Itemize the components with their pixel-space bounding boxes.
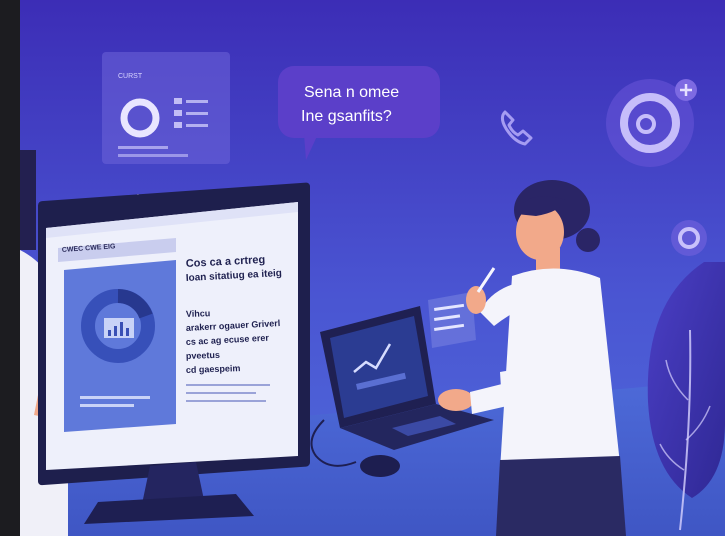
speech-bubble-line-1: Sena n omee	[304, 84, 399, 101]
speech-bubble-line-2: Ine gsanfits?	[301, 108, 392, 125]
floating-card-label: CURST	[118, 73, 143, 80]
floating-card: CURST	[102, 52, 230, 164]
woman-pants	[496, 456, 626, 536]
woman-typing-hand	[438, 389, 474, 411]
monitor-body-line-1: Vihcu	[186, 308, 211, 319]
woman-raised-hand	[466, 286, 486, 314]
illustration: CURST Sena n omee Ine gsanfits? CWEC CWE…	[0, 0, 725, 536]
mouse	[360, 455, 400, 477]
left-dark-strip	[0, 0, 20, 536]
monitor-body-line-5: cd gaespeim	[186, 363, 241, 375]
ring-icon	[671, 220, 707, 256]
monitor-body-line-4: pveetus	[186, 350, 220, 361]
